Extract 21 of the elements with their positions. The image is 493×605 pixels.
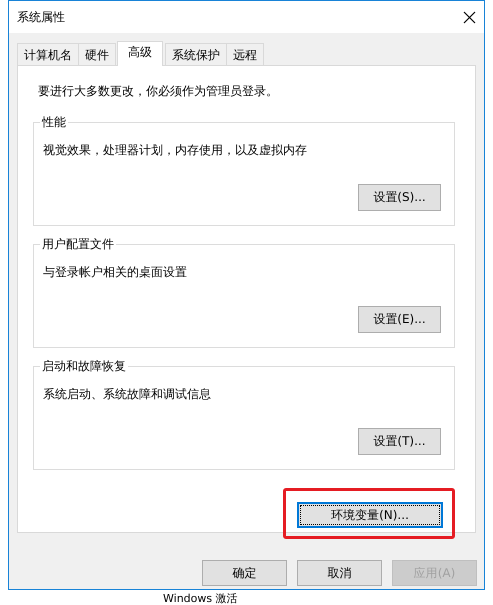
close-icon[interactable] <box>463 10 476 24</box>
settings-button[interactable]: 设置(S)... <box>358 184 441 211</box>
group-title: 性能 <box>40 114 68 131</box>
tab[interactable]: 远程 <box>226 43 264 65</box>
environment-variables-button[interactable]: 环境变量(N)... <box>297 502 443 528</box>
admin-notice: 要进行大多数更改，你必须作为管理员登录。 <box>38 83 279 100</box>
dialog-button[interactable]: 取消 <box>297 560 382 586</box>
group-description: 系统启动、系统故障和调试信息 <box>43 386 211 403</box>
group-title: 启动和故障恢复 <box>40 358 128 375</box>
tab[interactable]: 硬件 <box>78 43 116 65</box>
tab[interactable]: 高级 <box>117 41 163 66</box>
tab[interactable]: 系统保护 <box>165 43 227 65</box>
tab[interactable]: 计算机名 <box>17 43 79 65</box>
settings-button[interactable]: 设置(E)... <box>358 306 441 333</box>
window-title: 系统属性 <box>17 8 65 26</box>
settings-button[interactable]: 设置(T)... <box>358 428 441 455</box>
group-title: 用户配置文件 <box>40 236 116 253</box>
group-description: 与登录帐户相关的桌面设置 <box>43 264 187 281</box>
dialog-button[interactable]: 确定 <box>202 560 287 586</box>
background-window-text: Windows 激活 <box>163 592 238 605</box>
group-description: 视觉效果，处理器计划，内存使用，以及虚拟内存 <box>43 142 307 159</box>
